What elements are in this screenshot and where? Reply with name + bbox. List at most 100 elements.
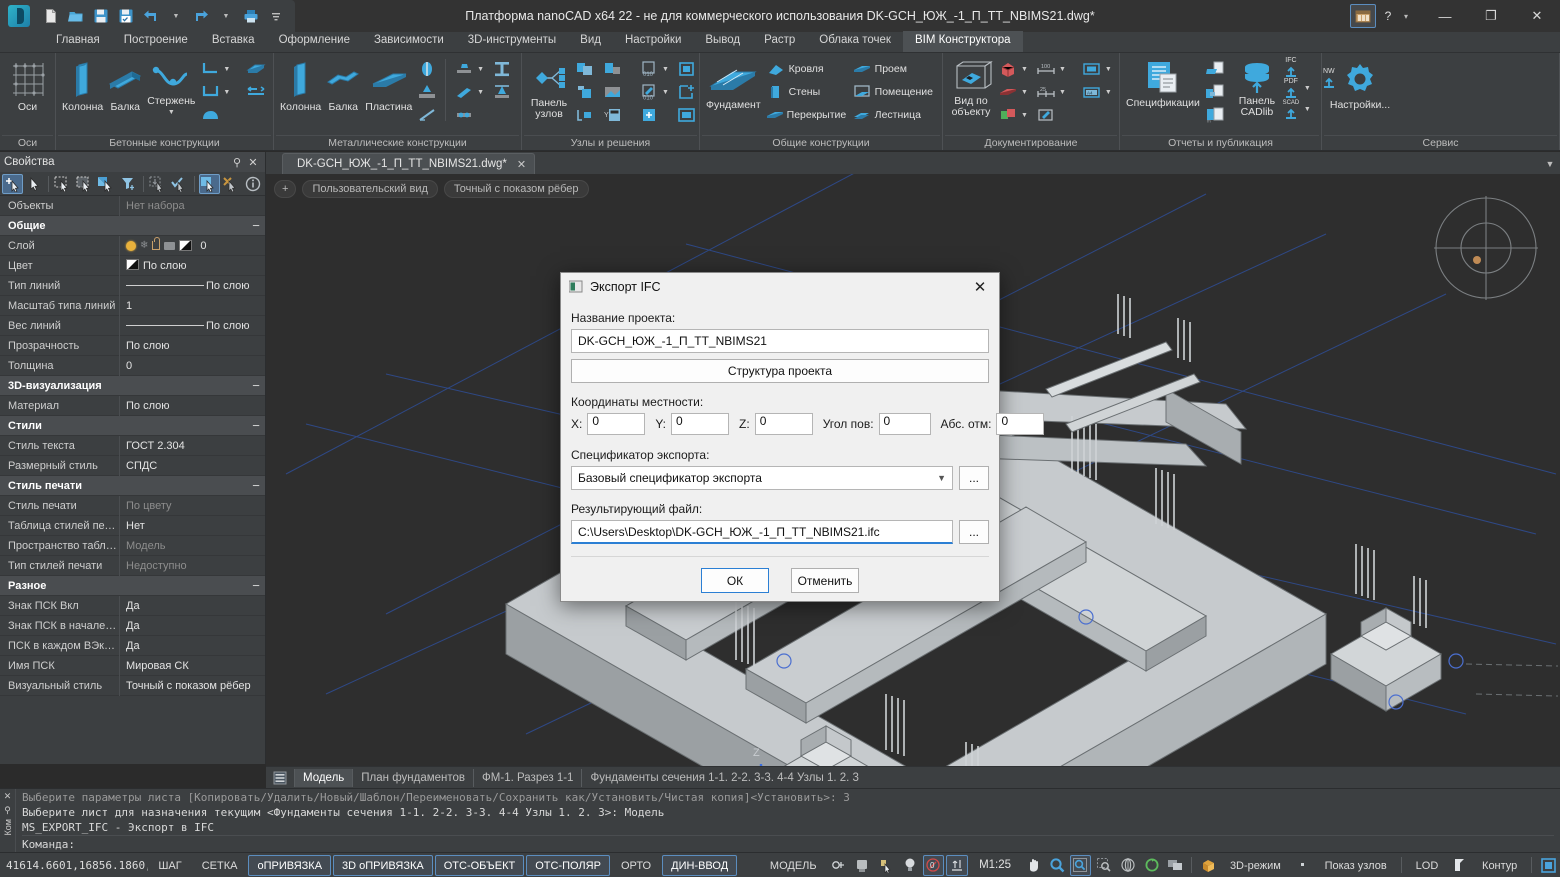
annotation-scale-icon[interactable]: 0 <box>923 855 945 876</box>
property-category-row[interactable]: 3D-визуализация− <box>0 376 265 396</box>
coord-x-input[interactable]: 0 <box>587 413 645 435</box>
project-name-input[interactable]: DK-GCH_ЮЖ_-1_П_TT_NBIMS21 <box>571 329 989 353</box>
node-paste-button[interactable] <box>572 81 598 103</box>
close-button[interactable]: ✕ <box>1514 0 1560 32</box>
info-icon[interactable] <box>242 174 263 194</box>
viewport-menu-button[interactable]: + <box>274 180 296 198</box>
property-value[interactable]: Да <box>120 616 265 636</box>
rebar-bend-l-button[interactable]: ▼ <box>197 58 233 80</box>
collapse-minus-icon[interactable]: − <box>247 418 265 433</box>
maximize-button[interactable]: ❐ <box>1468 0 1514 32</box>
undo-dropdown-caret[interactable]: ▼ <box>165 5 187 27</box>
property-category-row[interactable]: Стили− <box>0 416 265 436</box>
status-toggle-ots-obekt[interactable]: ОТС-ОБЪЕКТ <box>435 855 524 876</box>
collapse-minus-icon[interactable]: − <box>247 478 265 493</box>
specifier-select[interactable]: Базовый спецификатор экспорта ▼ <box>571 466 953 490</box>
ribbon-tab-nastroyki[interactable]: Настройки <box>613 31 693 52</box>
node-number-caret[interactable]: ▼ <box>662 66 669 73</box>
coord-z-input[interactable]: 0 <box>755 413 813 435</box>
property-value[interactable]: Да <box>120 596 265 616</box>
command-pin-icon[interactable]: ⚲ <box>4 805 11 816</box>
collapse-minus-icon[interactable]: − <box>247 218 265 233</box>
project-structure-button[interactable]: Структура проекта <box>571 359 989 383</box>
save-icon[interactable] <box>90 5 112 27</box>
property-row[interactable]: ПСК в каждом ВЭкранеДа <box>0 636 265 656</box>
viewport-caret[interactable]: ▼ <box>1105 66 1112 73</box>
command-history[interactable]: Выберите параметры листа [Копировать/Уда… <box>16 789 1560 852</box>
workspace-switch-icon[interactable] <box>1350 4 1376 28</box>
view-by-object-button[interactable]: Вид по объекту <box>949 56 993 118</box>
ribbon-tab-zavisimosti[interactable]: Зависимости <box>362 31 456 52</box>
flat-section-button[interactable]: ▼ <box>995 81 1031 103</box>
layout-tab-plan-fundamentov[interactable]: План фундаментов <box>352 769 473 787</box>
specifications-button[interactable]: Спецификации <box>1126 56 1200 109</box>
opening-button[interactable]: Проем <box>849 58 945 80</box>
property-row[interactable]: Вес линийПо слою <box>0 316 265 336</box>
save-as-icon[interactable] <box>115 5 137 27</box>
free-orbit-icon[interactable] <box>1141 855 1163 876</box>
steel-plate-button[interactable]: Пластина <box>365 56 412 113</box>
collapse-minus-icon[interactable]: − <box>247 578 265 593</box>
viewport-button[interactable]: ▼ <box>1079 58 1115 80</box>
ribbon-tab-vid[interactable]: Вид <box>568 31 613 52</box>
ribbon-tab-vstavka[interactable]: Вставка <box>200 31 267 52</box>
steel-profile-button[interactable] <box>414 58 440 80</box>
property-row[interactable]: Толщина0 <box>0 356 265 376</box>
lod-label[interactable]: LOD <box>1407 855 1448 876</box>
space-lock-icon[interactable] <box>851 855 873 876</box>
dialog-close-button[interactable]: ✕ <box>967 275 993 299</box>
report-export-button[interactable] <box>1202 58 1228 80</box>
crossing-select-icon[interactable] <box>75 174 96 194</box>
rebar-dropdown-caret[interactable]: ▼ <box>168 109 175 116</box>
property-value[interactable]: Недоступно <box>120 556 265 576</box>
property-value[interactable]: По слою <box>120 256 265 276</box>
node-display-label[interactable]: Показ узлов <box>1316 855 1396 876</box>
dimension-button[interactable]: 100 ▼ <box>1033 58 1069 80</box>
orbit-icon[interactable] <box>1117 855 1139 876</box>
layer-on-icon[interactable] <box>126 241 136 251</box>
3d-mode-icon[interactable] <box>1197 855 1219 876</box>
ribbon-tab-postroenie[interactable]: Построение <box>112 31 200 52</box>
steel-bolt-caret[interactable]: ▼ <box>477 66 484 73</box>
node-add-button[interactable] <box>636 104 672 126</box>
lightbulb-icon[interactable] <box>899 855 921 876</box>
steel-stiffener-button[interactable] <box>489 81 515 103</box>
dimension-chain-button[interactable]: 25 ▼ <box>1033 81 1069 103</box>
dimension-chain-caret[interactable]: ▼ <box>1059 89 1066 96</box>
rebar-button[interactable]: Стержень ▼ <box>147 56 195 116</box>
coord-y-input[interactable]: 0 <box>671 413 729 435</box>
pick-icon[interactable] <box>24 174 45 194</box>
fullscreen-icon[interactable] <box>1537 855 1559 876</box>
property-value[interactable]: Нет <box>120 516 265 536</box>
property-value[interactable]: ГОСТ 2.304 <box>120 436 265 456</box>
properties-close-button[interactable]: ✕ <box>245 154 261 170</box>
layout-tab-fundamenty-secheniya[interactable]: Фундаменты сечения 1-1. 2-2. 3-3. 4-4 Уз… <box>581 769 866 787</box>
isolate-icon[interactable] <box>199 174 220 194</box>
steel-anchor-button[interactable] <box>451 104 487 126</box>
ok-button[interactable]: ОК <box>701 568 769 593</box>
property-value[interactable]: По слою <box>120 336 265 356</box>
viewport-visual-style-label[interactable]: Точный с показом рёбер <box>444 180 589 198</box>
stairs-button[interactable]: Лестница <box>849 104 945 126</box>
space-settings-icon[interactable] <box>828 855 850 876</box>
print-icon[interactable] <box>240 5 262 27</box>
concrete-beam-button[interactable]: Балка <box>105 56 145 113</box>
status-toggle-ots-polyar[interactable]: ОТС-ПОЛЯР <box>526 855 610 876</box>
qat-more-icon[interactable] <box>265 5 287 27</box>
property-row[interactable]: Пространство таблиц...Модель <box>0 536 265 556</box>
node-mask-button[interactable] <box>600 81 626 103</box>
roof-button[interactable]: Кровля <box>763 58 847 80</box>
confirm-select-icon[interactable] <box>169 174 190 194</box>
property-value[interactable]: Точный с показом рёбер <box>120 676 265 696</box>
property-row[interactable]: МатериалПо слою <box>0 396 265 416</box>
dimension-caret[interactable]: ▼ <box>1059 66 1066 73</box>
report-list-button[interactable]: m <box>1202 104 1228 126</box>
iso-view-caret[interactable]: ▼ <box>1021 112 1028 119</box>
node-calc-button[interactable]: Y <box>600 104 626 126</box>
node-display-icon[interactable] <box>1292 855 1314 876</box>
wall-button[interactable]: Стены <box>763 81 847 103</box>
scad-export-caret[interactable]: ▼ <box>1304 106 1311 113</box>
concrete-column-button[interactable]: Колонна <box>62 56 103 113</box>
property-row[interactable]: Размерный стильСПДС <box>0 456 265 476</box>
command-input[interactable]: Команда: <box>22 835 1554 850</box>
